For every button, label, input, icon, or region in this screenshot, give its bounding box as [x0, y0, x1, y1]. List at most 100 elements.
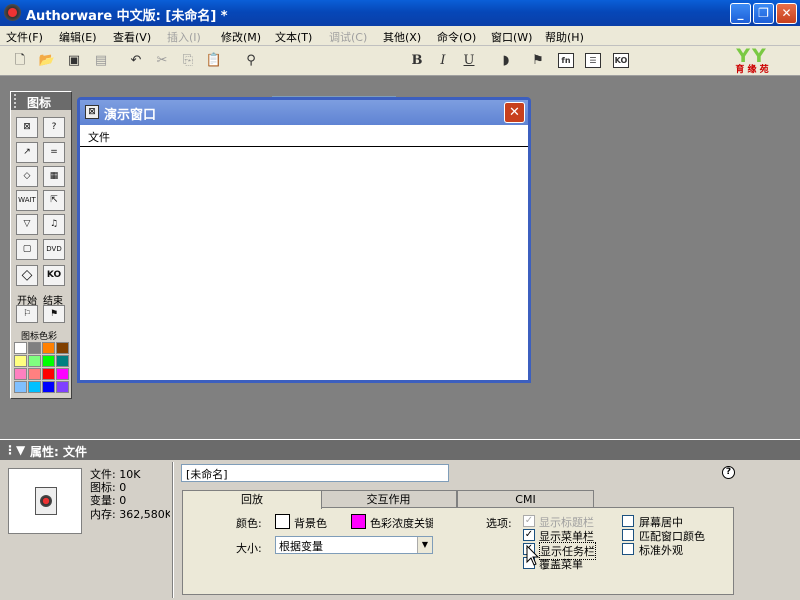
presentation-title-bar[interactable]: ⊠ 演示窗口 ✕: [80, 100, 528, 125]
match-window-color-checkbox[interactable]: [622, 529, 634, 541]
presentation-window: ⊠ 演示窗口 ✕ 文件: [77, 97, 531, 383]
color-swatch[interactable]: [14, 355, 27, 367]
file-thumbnail: [8, 468, 82, 534]
palette-header[interactable]: 图标: [11, 92, 71, 110]
standard-appearance-checkbox[interactable]: [622, 543, 634, 555]
tab-playback[interactable]: 回放: [182, 490, 322, 509]
color-swatch[interactable]: [28, 342, 41, 354]
palette-title: 图标: [27, 96, 52, 110]
menu-help[interactable]: 帮助(H): [545, 29, 584, 45]
functions-button[interactable]: fn: [558, 53, 574, 68]
framework-icon[interactable]: ▦: [43, 166, 65, 187]
standard-appearance-label: 标准外观: [639, 544, 683, 557]
underline-button[interactable]: U: [460, 52, 478, 69]
logo-mark: YY: [736, 45, 768, 67]
variables-icon[interactable]: ☰: [585, 53, 601, 68]
color-swatch[interactable]: [14, 368, 27, 380]
logo-text: 育 缘 苑: [735, 65, 769, 75]
color-swatch[interactable]: [28, 381, 41, 393]
menu-text[interactable]: 文本(T): [275, 29, 312, 45]
sound-icon[interactable]: ♫: [43, 214, 65, 235]
cut-icon[interactable]: ✂: [153, 52, 171, 69]
help-icon[interactable]: ?: [722, 466, 735, 479]
bold-button[interactable]: B: [408, 52, 426, 69]
motion-icon[interactable]: ↗: [16, 142, 38, 163]
options-label: 选项:: [486, 517, 512, 530]
properties-header[interactable]: ⋮▼ 属性: 文件: [0, 440, 800, 460]
color-swatch[interactable]: [14, 381, 27, 393]
menu-modify[interactable]: 修改(M): [221, 29, 261, 45]
paste-icon[interactable]: 📋: [205, 52, 223, 69]
open-file-icon[interactable]: 📂: [38, 52, 56, 69]
tab-cmi[interactable]: CMI: [457, 490, 594, 508]
start-flag-icon[interactable]: ⚐: [16, 305, 38, 323]
minimize-button[interactable]: _: [730, 3, 751, 24]
color-swatch[interactable]: [42, 355, 55, 367]
color-swatch[interactable]: [42, 381, 55, 393]
erase-icon[interactable]: ◇: [16, 166, 38, 187]
window-title: Authorware 中文版: [未命名] *: [26, 9, 228, 24]
end-flag-icon[interactable]: ⚑: [43, 305, 65, 323]
menu-view[interactable]: 查看(V): [113, 29, 151, 45]
decision-icon[interactable]: ▽: [16, 214, 38, 235]
display-icon[interactable]: ⊠: [16, 117, 38, 138]
presentation-menu-file[interactable]: 文件: [88, 129, 110, 145]
menu-command[interactable]: 命令(O): [437, 29, 476, 45]
color-swatch[interactable]: [42, 342, 55, 354]
size-dropdown[interactable]: 根据变量 ▼: [275, 536, 433, 554]
knowledge-objects-button[interactable]: KO: [613, 53, 629, 68]
presentation-icon: ⊠: [85, 105, 99, 119]
color-swatch[interactable]: [56, 368, 69, 380]
presentation-title: 演示窗口: [104, 108, 157, 123]
maximize-button[interactable]: ❐: [753, 3, 774, 24]
color-swatch[interactable]: [28, 368, 41, 380]
italic-button[interactable]: I: [434, 52, 452, 69]
undo-icon[interactable]: ↶: [127, 52, 145, 69]
icon-colors-label: 图标色彩: [21, 332, 58, 342]
menu-edit[interactable]: 编辑(E): [59, 29, 97, 45]
color-swatch[interactable]: [28, 355, 41, 367]
chroma-key-label: 色彩浓度关键色: [370, 517, 433, 530]
video-icon[interactable]: DVD: [43, 239, 65, 260]
copy-icon[interactable]: ⎘: [179, 52, 197, 69]
size-label: 大小:: [236, 542, 262, 555]
menu-window[interactable]: 窗口(W): [491, 29, 532, 45]
chroma-key-swatch[interactable]: [351, 514, 366, 529]
control-panel-icon[interactable]: ⚑: [529, 52, 547, 69]
background-color-swatch[interactable]: [275, 514, 290, 529]
save-all-icon[interactable]: ▣: [65, 52, 83, 69]
navigate-icon[interactable]: ⇱: [43, 190, 65, 211]
new-file-icon[interactable]: 🗋: [11, 52, 29, 69]
properties-title: 属性: 文件: [30, 445, 87, 459]
interaction-icon[interactable]: ?: [43, 117, 65, 138]
menu-debug[interactable]: 调试(C): [329, 29, 367, 45]
color-swatch[interactable]: [56, 342, 69, 354]
show-menu-bar-checkbox[interactable]: ✓: [523, 529, 535, 541]
chevron-down-icon[interactable]: ▼: [417, 537, 432, 553]
file-name-field[interactable]: [未命名]: [181, 464, 449, 482]
menu-insert[interactable]: 插入(I): [167, 29, 201, 45]
map-icon[interactable]: ▢: [16, 239, 38, 260]
show-title-bar-checkbox[interactable]: ✓: [523, 515, 535, 527]
import-icon[interactable]: ▤: [92, 52, 110, 69]
memory-text: 内存: 362,580K: [90, 508, 170, 521]
wait-icon[interactable]: WAIT: [16, 190, 38, 211]
menu-other[interactable]: 其他(X): [383, 29, 421, 45]
presentation-close-button[interactable]: ✕: [504, 102, 525, 123]
calculation-icon[interactable]: =: [43, 142, 65, 163]
color-swatch[interactable]: [14, 342, 27, 354]
find-icon[interactable]: ⚲: [242, 52, 260, 69]
title-bar: Authorware 中文版: [未命名] * _ ❐ ✕: [0, 0, 800, 26]
color-swatch[interactable]: [56, 381, 69, 393]
close-button[interactable]: ✕: [776, 3, 797, 24]
knowledge-object-icon[interactable]: KO: [43, 265, 65, 286]
menu-file[interactable]: 文件(F): [6, 29, 43, 45]
color-swatch[interactable]: [42, 368, 55, 380]
tab-interaction[interactable]: 交互作用: [320, 490, 457, 508]
center-on-screen-checkbox[interactable]: [622, 515, 634, 527]
divider: [172, 462, 174, 598]
digital-movie-icon[interactable]: ◇: [16, 265, 38, 286]
overlay-menu-label: 覆盖菜单: [539, 558, 583, 571]
restart-icon[interactable]: ◗: [497, 52, 515, 69]
color-swatch[interactable]: [56, 355, 69, 367]
